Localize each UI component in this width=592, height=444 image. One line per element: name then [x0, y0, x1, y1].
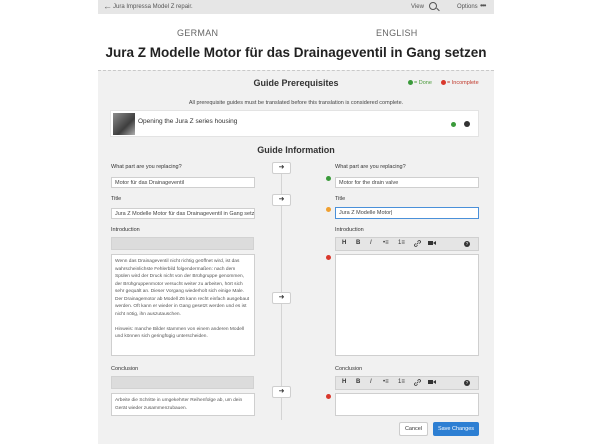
- prereq-note: All prerequisite guides must be translat…: [188, 100, 404, 106]
- top-bar: ← Jura Impressa Model Z repair. View Opt…: [98, 0, 494, 14]
- prereq-guide-title[interactable]: Opening the Jura Z series housing: [138, 118, 237, 125]
- legend-incomplete-label: = Incomplete: [447, 80, 479, 86]
- intro-label-left: Introduction: [111, 227, 140, 233]
- bold-button[interactable]: B: [356, 379, 360, 385]
- arrow-left-icon[interactable]: ←: [103, 1, 112, 12]
- heading-button[interactable]: H: [342, 379, 346, 385]
- part-label-right: What part are you replacing?: [335, 164, 406, 170]
- incomplete-status-icon: [326, 394, 331, 399]
- done-icon: [408, 80, 413, 85]
- search-icon[interactable]: [429, 2, 437, 10]
- numbered-list-button[interactable]: 1≡: [398, 240, 405, 246]
- source-language: GERMAN: [177, 28, 219, 38]
- title-target-text: Jura Z Modelle Motor: [339, 210, 391, 216]
- bold-button[interactable]: B: [356, 240, 360, 246]
- done-check-icon: [451, 122, 456, 127]
- intro-target-editor[interactable]: [335, 254, 479, 356]
- video-icon[interactable]: [428, 240, 436, 246]
- prereq-heading: Guide Prerequisites: [253, 78, 339, 88]
- target-language: ENGLISH: [376, 28, 418, 38]
- page-title: Jura Z Modelle Motor für das Drainageven…: [105, 45, 487, 60]
- title-label-left: Title: [111, 196, 122, 202]
- legend-incomplete: = Incomplete: [441, 80, 479, 86]
- legend-done: = Done: [408, 80, 432, 86]
- copy-conclusion-button[interactable]: ➜: [272, 386, 291, 398]
- intro-source-text: Wenn das Drainageventil nicht richtig ge…: [111, 254, 255, 356]
- translation-page: ← Jura Impressa Model Z repair. View Opt…: [0, 0, 592, 444]
- cancel-button[interactable]: Cancel: [399, 422, 428, 436]
- done-status-icon: [326, 176, 331, 181]
- warning-status-icon: [326, 207, 331, 212]
- options-menu[interactable]: Options: [457, 4, 478, 10]
- help-icon[interactable]: ?: [464, 241, 470, 247]
- italic-button[interactable]: I: [370, 379, 372, 385]
- part-label-left: What part are you replacing?: [111, 164, 182, 170]
- prereq-guide-card[interactable]: Opening the Jura Z series housing: [110, 110, 479, 137]
- heading-button[interactable]: H: [342, 240, 346, 246]
- help-icon[interactable]: ?: [464, 380, 470, 386]
- intro-label-right: Introduction: [335, 227, 364, 233]
- guide-breadcrumb[interactable]: Jura Impressa Model Z repair.: [113, 4, 193, 10]
- conclusion-label-left: Conclusion: [111, 366, 139, 372]
- video-icon[interactable]: [428, 379, 436, 385]
- source-toolbar-placeholder: [111, 237, 254, 250]
- copy-title-button[interactable]: ➜: [272, 194, 291, 206]
- copy-part-button[interactable]: ➜: [272, 162, 291, 174]
- video-glyph: [428, 380, 436, 384]
- source-toolbar-placeholder: [111, 376, 254, 389]
- part-target-field[interactable]: Motor for the drain valve: [335, 177, 479, 188]
- guide-thumbnail: [113, 113, 135, 135]
- view-menu[interactable]: View: [411, 4, 424, 10]
- title-target-field[interactable]: Jura Z Modelle Motor|: [335, 207, 479, 219]
- title-label-right: Title: [335, 196, 346, 202]
- conclusion-label-right: Conclusion: [335, 366, 363, 372]
- conclusion-editor-toolbar: H B I •≡ 1≡ ?: [335, 376, 479, 390]
- conclusion-target-editor[interactable]: [335, 393, 479, 416]
- copy-intro-button[interactable]: ➜: [272, 292, 291, 304]
- legend-done-label: = Done: [414, 80, 432, 86]
- incomplete-icon: [441, 80, 446, 85]
- intro-editor-toolbar: H B I •≡ 1≡ ?: [335, 237, 479, 251]
- incomplete-status-icon: [326, 255, 331, 260]
- title-source-field: Jura Z Modelle Motor für das Drainageven…: [111, 208, 255, 219]
- ellipsis-icon[interactable]: •••: [480, 1, 486, 10]
- link-glyph: [414, 240, 421, 247]
- conclusion-source-text: Arbeite die Schritte in umgekehrter Reih…: [111, 393, 255, 416]
- link-icon[interactable]: [414, 240, 421, 247]
- open-guide-icon[interactable]: [464, 121, 470, 127]
- link-icon[interactable]: [414, 379, 421, 386]
- link-glyph: [414, 379, 421, 386]
- numbered-list-button[interactable]: 1≡: [398, 379, 405, 385]
- bullet-list-button[interactable]: •≡: [383, 240, 389, 246]
- video-glyph: [428, 241, 436, 245]
- part-source-field: Motor für das Drainageventil: [111, 177, 255, 188]
- save-changes-button[interactable]: Save Changes: [433, 422, 479, 436]
- guide-info-heading: Guide Information: [257, 145, 335, 155]
- italic-button[interactable]: I: [370, 240, 372, 246]
- bullet-list-button[interactable]: •≡: [383, 379, 389, 385]
